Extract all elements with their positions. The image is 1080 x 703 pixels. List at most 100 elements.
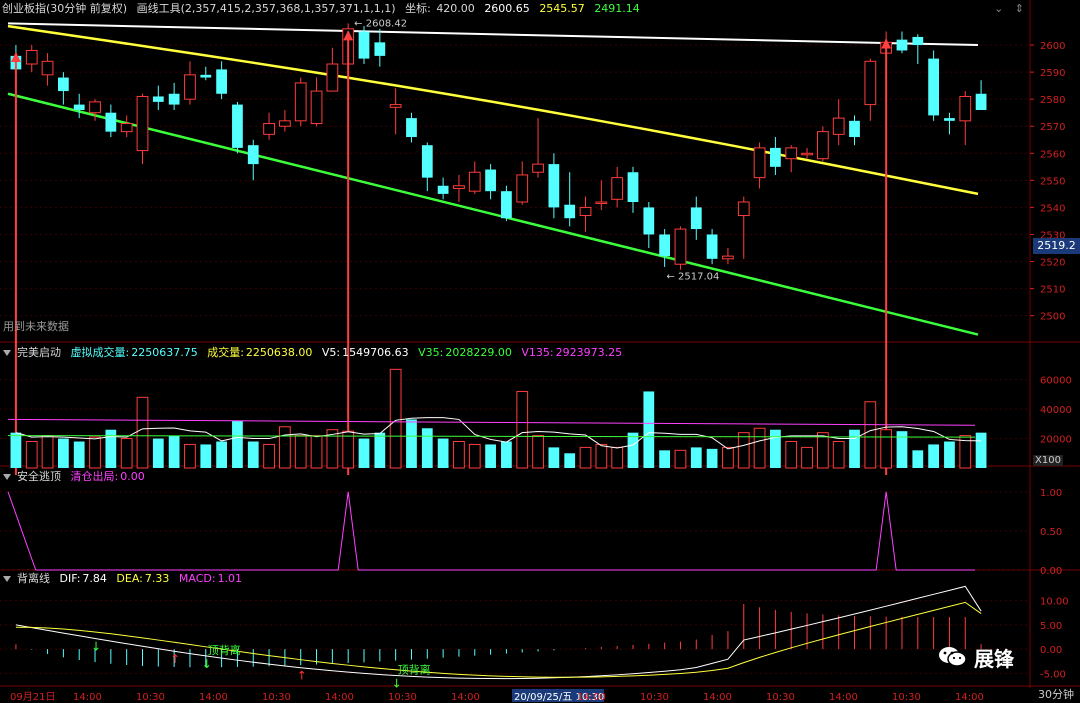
candle-down	[770, 147, 781, 167]
virtual-volume-label: 虚拟成交量:	[70, 346, 130, 359]
candle-up	[816, 131, 829, 160]
volume-bar-down	[73, 441, 85, 468]
top-right-controls: ⌄ ⇕	[986, 2, 1024, 15]
v35-label: V35:	[418, 346, 444, 359]
volume-bar-down	[912, 450, 924, 468]
volume-bar-up	[41, 435, 54, 469]
channel-green-line	[7, 92, 979, 336]
candle-up	[25, 49, 38, 65]
volume-bar-down	[437, 438, 449, 468]
price-tick-label: 2600	[1040, 41, 1065, 52]
candle-up	[722, 255, 734, 260]
up-arrow-icon: ↑	[297, 669, 307, 683]
candle-up	[737, 201, 750, 217]
candle-up	[753, 147, 766, 179]
candle-down	[406, 118, 417, 138]
price-tick-label: 2540	[1040, 203, 1065, 214]
v135-label: V135:	[521, 346, 554, 359]
volume-bar-down	[216, 441, 227, 468]
candle-up	[801, 152, 813, 156]
candle-down	[73, 104, 85, 110]
x-tick-label: 10:30	[892, 692, 921, 703]
clear-value: 0.00	[120, 470, 145, 483]
volume-value: 2250638.00	[245, 346, 313, 359]
virtual-volume-value: 2250637.75	[131, 346, 198, 359]
volume-bar-up	[279, 426, 291, 469]
dea-value: 7.33	[144, 572, 170, 585]
chevron-down-icon[interactable]: ⌄	[994, 2, 1003, 15]
candle-up	[579, 206, 592, 217]
volume-bar-down	[168, 435, 180, 468]
volume-bar-down	[564, 453, 576, 468]
volume-bar-up	[611, 446, 624, 469]
macd-tick-label: 5.00	[1040, 621, 1062, 632]
wechat-icon	[939, 647, 967, 667]
macd-label: MACD:	[178, 572, 216, 585]
volume-bar-up	[342, 430, 355, 469]
candle-up	[89, 101, 101, 114]
price-tick-label: 2550	[1040, 176, 1065, 187]
volume-bar-up	[310, 435, 323, 469]
volume-bar-down	[643, 391, 655, 468]
volume-bar-down	[57, 438, 69, 468]
volume-bar-down	[706, 448, 718, 468]
candle-up	[184, 74, 196, 100]
x-tick-label: 14:00	[325, 692, 354, 703]
macd-tick-label: -5.00	[1040, 669, 1066, 680]
x-tick-label: 14:00	[955, 692, 984, 703]
volume-bar-up	[294, 435, 307, 469]
line-value-yellow: 2545.57	[539, 2, 585, 15]
candle-up	[389, 104, 402, 108]
price-tick-label: 2580	[1040, 95, 1065, 106]
candle-down	[896, 39, 908, 51]
candle-down	[247, 145, 259, 165]
x-tick-label: 14:00	[829, 692, 858, 703]
candle-down	[200, 74, 212, 78]
x-tick-label: 10:30	[388, 692, 417, 703]
divergence-label: 顶背离	[398, 663, 431, 677]
candle-down	[659, 234, 671, 257]
volume-bar-up	[516, 390, 529, 469]
collapse-icon[interactable]	[3, 349, 11, 356]
volume-bar-up	[453, 441, 465, 469]
candle-down	[485, 169, 496, 192]
candle-down	[975, 93, 987, 110]
ma-yellow-line	[7, 24, 979, 196]
candle-down	[501, 191, 512, 219]
candle-down	[548, 164, 560, 208]
candle-down	[57, 77, 69, 92]
candle-down	[928, 58, 940, 116]
candle-down	[643, 207, 655, 235]
volume-bar-down	[358, 438, 370, 468]
v5-label: V5:	[321, 346, 341, 359]
volume-bar-down	[690, 447, 702, 468]
v35-value: 2028229.00	[445, 346, 512, 359]
volume-bar-up	[184, 443, 196, 469]
collapse-icon[interactable]	[3, 473, 11, 480]
candle-up	[326, 63, 339, 92]
volume-bar-up	[532, 435, 544, 469]
draw-tool-label[interactable]: 画线工具(2,357,415,2,357,368,1,357,371,1,1,1…	[137, 2, 396, 15]
candle-down	[358, 31, 370, 59]
clear-label: 清仓出局:	[70, 470, 119, 483]
volume-bar-up	[89, 436, 101, 469]
up-down-icon[interactable]: ⇕	[1015, 2, 1024, 15]
x-tick-label: 14:00	[703, 692, 732, 703]
volume-bar-up	[579, 446, 592, 469]
volume-bar-up	[674, 449, 687, 469]
candle-up	[263, 123, 275, 135]
collapse-icon[interactable]	[3, 575, 11, 582]
timeframe-label[interactable]: 30分钟	[1032, 687, 1080, 703]
volume-title: 完美启动	[17, 346, 61, 359]
safe-tick-label: 0.00	[1040, 566, 1062, 577]
macd-tick-label: 10.00	[1040, 597, 1069, 608]
x-tick-label: 14:00	[73, 692, 102, 703]
v5-value: 1549706.63	[342, 346, 409, 359]
volume-bar-up	[737, 432, 750, 469]
volume-bar-up	[722, 446, 734, 469]
price-tick-label: 2590	[1040, 68, 1065, 79]
candle-down	[437, 185, 449, 194]
volume-bar-down	[627, 432, 639, 468]
candle-down	[168, 93, 180, 105]
volume-bar-up	[832, 441, 845, 469]
